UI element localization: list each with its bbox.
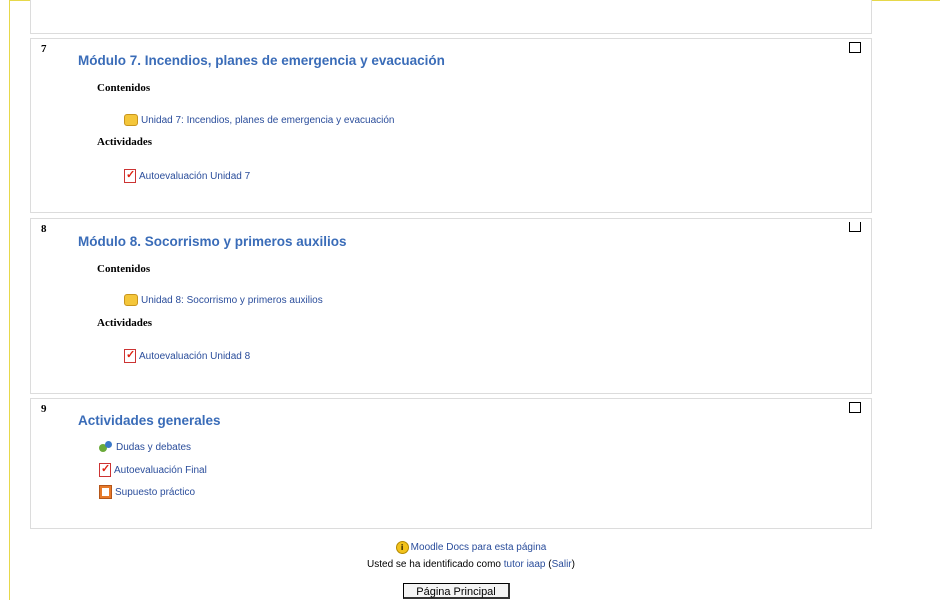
activities-heading: Actividades [97,136,152,148]
assignment-icon [99,485,112,499]
logout-link[interactable]: Salir [552,559,572,570]
resource-link[interactable]: Unidad 8: Socorrismo y primeros auxilios [124,294,323,306]
assignment-link[interactable]: Supuesto práctico [99,485,195,499]
quiz-link[interactable]: Autoevaluación Unidad 7 [124,168,250,183]
section-title[interactable]: Actividades generales [78,413,221,428]
quiz-link[interactable]: Autoevaluación Unidad 8 [124,348,250,363]
resource-label[interactable]: Unidad 7: Incendios, planes de emergenci… [141,115,395,126]
login-info: Usted se ha identificado como tutor iaap… [0,559,942,570]
quiz-link[interactable]: Autoevaluación Final [99,462,207,477]
docs-link-label[interactable]: Moodle Docs para esta página [411,542,547,553]
quiz-label[interactable]: Autoevaluación Unidad 8 [139,351,250,362]
resource-link[interactable]: Unidad 7: Incendios, planes de emergenci… [124,114,395,126]
section-title[interactable]: Módulo 8. Socorrismo y primeros auxilios [78,234,347,249]
section-9: 9 Actividades generales Dudas y debates … [30,398,872,529]
contents-heading: Contenidos [97,263,151,275]
resource-icon [124,114,138,126]
contents-heading: Contenidos [97,82,151,94]
section-number: 7 [41,43,47,55]
login-prefix: Usted se ha identificado como [367,559,501,570]
home-page-button[interactable]: Página Principal [403,583,510,599]
logout-close-paren: ) [571,559,575,570]
forum-icon [99,441,113,453]
quiz-icon [124,348,136,363]
quiz-icon [99,462,111,477]
info-icon: i [395,541,409,554]
previous-section-remnant [30,0,872,34]
section-title[interactable]: Módulo 7. Incendios, planes de emergenci… [78,53,445,68]
section-highlight-checkbox[interactable] [849,222,861,232]
quiz-label[interactable]: Autoevaluación Final [114,465,207,476]
user-profile-link[interactable]: tutor iaap [504,559,546,570]
resource-icon [124,294,138,306]
quiz-label[interactable]: Autoevaluación Unidad 7 [139,171,250,182]
section-number: 8 [41,223,47,235]
resource-label[interactable]: Unidad 8: Socorrismo y primeros auxilios [141,295,323,306]
section-highlight-checkbox[interactable] [849,42,861,53]
section-8: 8 Módulo 8. Socorrismo y primeros auxili… [30,218,872,394]
forum-link[interactable]: Dudas y debates [99,441,191,453]
moodle-docs-link[interactable]: i Moodle Docs para esta página [0,541,942,554]
section-number: 9 [41,403,47,415]
forum-label[interactable]: Dudas y debates [116,442,191,453]
assignment-label[interactable]: Supuesto práctico [115,487,195,498]
section-highlight-checkbox[interactable] [849,402,861,413]
activities-heading: Actividades [97,317,152,329]
quiz-icon [124,168,136,183]
section-7: 7 Módulo 7. Incendios, planes de emergen… [30,38,872,213]
